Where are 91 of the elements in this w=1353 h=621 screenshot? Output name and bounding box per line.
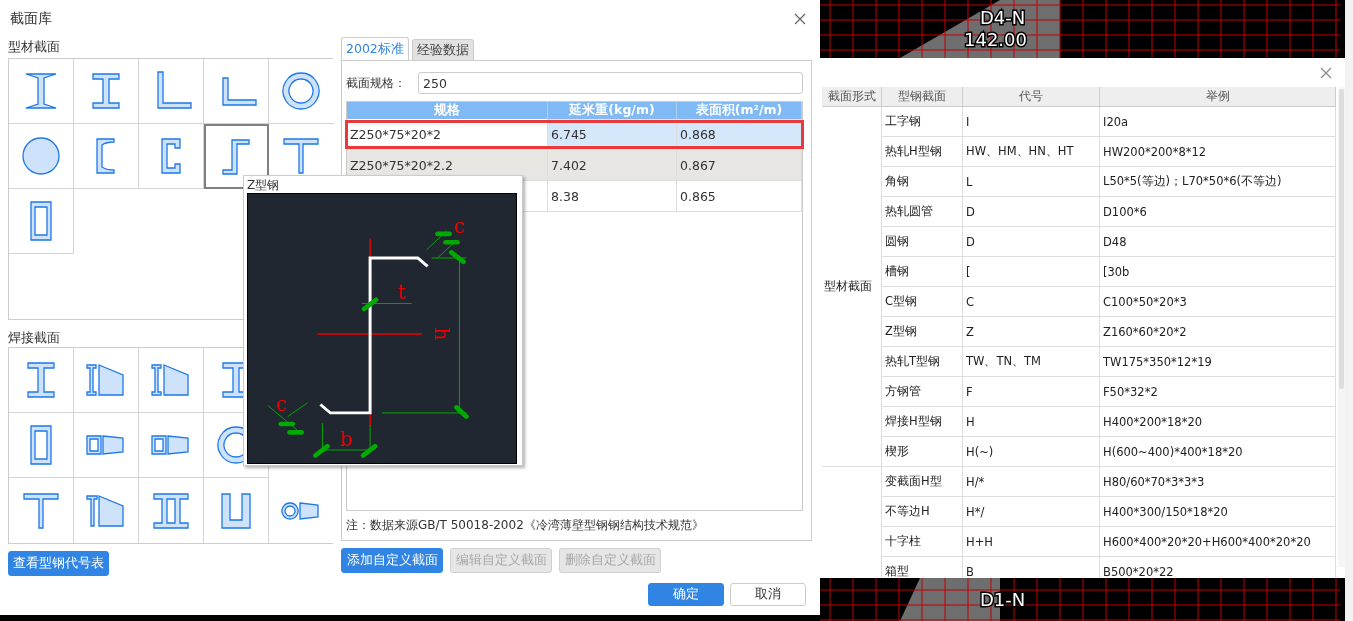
table-cell: H400*200*18*20: [1099, 406, 1336, 437]
table-cell: I20a: [1099, 106, 1336, 137]
scrollbar-thumb[interactable]: [1339, 89, 1344, 389]
dimension-label: c: [276, 394, 288, 414]
table-cell: 0.865: [676, 180, 802, 212]
table-cell: [30b: [1099, 256, 1336, 287]
table-cell: 圆钢: [881, 226, 963, 257]
column-header: 举例: [1099, 87, 1336, 107]
table-cell: 槽钢: [881, 256, 963, 287]
table-cell: 型材截面: [822, 106, 882, 467]
table-cell: H: [962, 406, 1100, 437]
steel-section-icon: [150, 490, 192, 531]
column-header: 表面积(m²/m): [676, 102, 802, 119]
table-cell: Z型钢: [881, 316, 963, 347]
table-cell: HW、HM、HN、HT: [962, 136, 1100, 167]
column-header: 规格: [347, 102, 548, 119]
table-cell: Z: [962, 316, 1100, 347]
column-header: 延米重(kg/m): [547, 102, 677, 119]
table-cell: 工字钢: [881, 106, 963, 137]
close-icon[interactable]: [794, 13, 806, 25]
code-table-button[interactable]: 查看型钢代号表: [8, 551, 109, 576]
column-header: 代号: [962, 87, 1100, 107]
column-header: 型钢截面: [881, 87, 963, 107]
table-cell: 十字柱: [881, 526, 963, 557]
scrollbar[interactable]: [1338, 87, 1345, 567]
table-cell: TW、TN、TM: [962, 346, 1100, 377]
table-cell: 楔形: [881, 436, 963, 467]
table-cell: H+H: [962, 526, 1100, 557]
note-text: 注：数据来源GB/T 50018-2002《冷湾薄壁型钢钢结构技术规范》: [346, 517, 705, 533]
steel-section-icon: [281, 136, 322, 176]
table-cell: H80/60*70*3*3*3: [1099, 466, 1336, 497]
table-cell: F50*32*2: [1099, 376, 1336, 407]
table-cell: B500*20*22: [1099, 556, 1336, 578]
dialog-title: 截面库: [10, 10, 52, 28]
table-cell: C100*50*20*3: [1099, 286, 1336, 317]
steel-section-icon: [281, 71, 322, 111]
cad-label: D4-N: [980, 7, 1026, 28]
close-icon[interactable]: [1320, 66, 1332, 79]
table-cell: Z160*60*20*2: [1099, 316, 1336, 347]
column-header: 截面形式: [822, 87, 882, 107]
table-cell: H(~): [962, 436, 1100, 467]
ok-button[interactable]: 确定: [648, 583, 724, 606]
table-cell: H600*400*20*20+H600*400*20*20: [1099, 526, 1336, 557]
table-cell: 7.402: [547, 149, 677, 181]
table-cell: 不等边H: [881, 496, 963, 527]
table-cell: 方钢管: [881, 376, 963, 407]
table-cell: TW175*350*12*19: [1099, 346, 1336, 377]
table-cell: 焊接H型钢: [881, 406, 963, 437]
table-cell: H/*: [962, 466, 1100, 497]
table-cell: F: [962, 376, 1100, 407]
cad-label: D1-N: [980, 589, 1026, 610]
field-label: 截面规格：: [346, 74, 407, 92]
spec-input[interactable]: 250: [418, 72, 803, 94]
table-cell: L: [962, 166, 1100, 197]
table-cell: D100*6: [1099, 196, 1336, 227]
table-cell: 8.38: [547, 180, 677, 212]
dimension-label: c: [454, 216, 466, 236]
table-cell: C型钢: [881, 286, 963, 317]
table-cell: B: [962, 556, 1100, 578]
table-cell: [: [962, 256, 1100, 287]
table-cell: HW200*200*8*12: [1099, 136, 1336, 167]
action-button[interactable]: 添加自定义截面: [341, 548, 443, 573]
table-cell: 热轧T型钢: [881, 346, 963, 377]
table-cell: 热轧圆管: [881, 196, 963, 227]
table-cell: 热轧H型钢: [881, 136, 963, 167]
table-cell: H400*300/150*18*20: [1099, 496, 1336, 527]
tab[interactable]: 经验数据: [411, 39, 474, 60]
section-heading: 型材截面: [8, 38, 61, 56]
tooltip-title: Z型钢: [247, 178, 281, 193]
table-cell: C: [962, 286, 1100, 317]
section-heading: 焊接截面: [8, 329, 61, 347]
table-cell: I: [962, 106, 1100, 137]
table-cell: 0.867: [676, 149, 802, 181]
dimension-label: h: [432, 327, 453, 341]
table-cell: 角钢: [881, 166, 963, 197]
table-cell: 箱型: [881, 556, 963, 578]
tab[interactable]: 2002标准: [341, 37, 409, 60]
steel-section-icon: [20, 136, 62, 176]
dimension-label: t: [398, 282, 407, 302]
section-cell[interactable]: [204, 124, 269, 189]
dimension-label: b: [340, 429, 353, 449]
table-cell: H(600~400)*400*18*20: [1099, 436, 1336, 467]
table-cell: H*/: [962, 496, 1100, 527]
table-cell: 变截面H型: [881, 466, 963, 497]
table-cell: D: [962, 196, 1100, 227]
table-cell: L50*5(等边)；L70*50*6(不等边): [1099, 166, 1336, 197]
cad-label: 142.00: [964, 29, 1027, 50]
table-cell: D: [962, 226, 1100, 257]
table-cell: D48: [1099, 226, 1336, 257]
steel-section-icon: [20, 490, 62, 531]
cancel-button[interactable]: 取消: [730, 583, 806, 606]
